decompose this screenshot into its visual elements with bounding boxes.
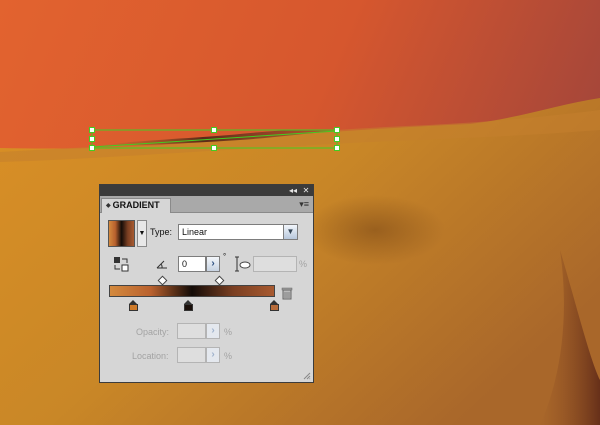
type-select-value: Linear [182, 227, 208, 237]
type-select[interactable]: Linear ▼ [178, 224, 298, 240]
angle-input[interactable]: 0 [178, 256, 206, 272]
gradient-midpoint[interactable] [214, 275, 224, 286]
selection-handle[interactable] [89, 127, 95, 133]
selection-handle[interactable] [211, 145, 217, 151]
selection-handle[interactable] [89, 145, 95, 151]
panel-titlebar[interactable]: ◂◂ ✕ [100, 185, 313, 196]
gradient-swatch[interactable] [108, 220, 135, 247]
gradient-panel: ◂◂ ✕ ◆ GRADIENT ▾≡ ▼ Type: Linear ▼ 0 › °… [99, 184, 314, 383]
gradient-stop-color [129, 304, 139, 311]
selection-handle[interactable] [89, 136, 95, 142]
dune-shadow [305, 195, 445, 265]
delete-stop-icon[interactable] [281, 287, 293, 300]
gradient-stop[interactable] [183, 300, 193, 311]
tab-gradient-label: GRADIENT [112, 200, 160, 210]
angle-stepper-button[interactable]: › [206, 256, 220, 272]
tab-gradient[interactable]: ◆ GRADIENT [101, 198, 171, 213]
location-percent-label: % [224, 351, 233, 361]
location-stepper-button[interactable]: › [206, 347, 220, 363]
selection-handle[interactable] [211, 127, 217, 133]
location-label: Location: [132, 351, 169, 361]
selection-handle[interactable] [334, 127, 340, 133]
gradient-stop-color [269, 304, 279, 311]
gradient-stop[interactable] [269, 300, 279, 311]
aspect-ratio-input[interactable] [253, 256, 297, 272]
selection-handle[interactable] [334, 145, 340, 151]
collapse-panel-icon[interactable]: ◂◂ [287, 185, 299, 196]
location-input[interactable] [177, 347, 206, 363]
selection-handle[interactable] [334, 136, 340, 142]
tab-options-icon[interactable]: ◆ [106, 203, 111, 209]
aspect-ratio-icon [235, 256, 251, 272]
gradient-stop-color [183, 304, 193, 311]
opacity-percent-label: % [224, 327, 233, 337]
close-panel-icon[interactable]: ✕ [300, 185, 312, 196]
resize-grip-icon[interactable] [303, 372, 311, 380]
aspect-percent-label: % [299, 259, 308, 269]
panel-tab-row: ◆ GRADIENT ▾≡ [100, 196, 313, 213]
chevron-down-icon[interactable]: ▼ [283, 225, 297, 239]
swatch-dropdown-button[interactable]: ▼ [137, 220, 147, 247]
opacity-label: Opacity: [136, 327, 170, 337]
angle-icon [156, 260, 167, 269]
panel-menu-icon[interactable]: ▾≡ [299, 198, 309, 211]
gradient-stop[interactable] [129, 300, 139, 311]
gradient-slider-bar[interactable] [109, 285, 275, 297]
reverse-gradient-icon[interactable] [113, 256, 129, 272]
opacity-input[interactable] [177, 323, 206, 339]
type-label: Type: [150, 227, 173, 237]
gradient-midpoint[interactable] [157, 275, 168, 286]
opacity-stepper-button[interactable]: › [206, 323, 220, 339]
degree-label: ° [223, 252, 227, 261]
